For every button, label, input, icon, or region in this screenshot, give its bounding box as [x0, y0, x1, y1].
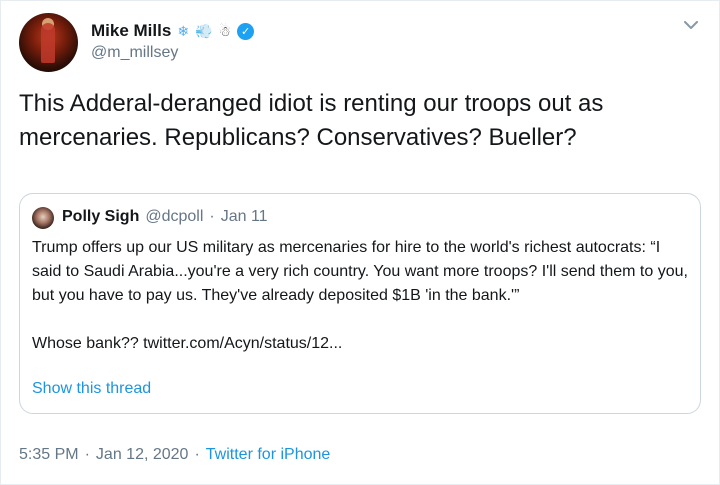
tweet-text: This Adderal-deranged idiot is renting o…	[19, 90, 604, 151]
quoted-author-name: Polly Sigh	[62, 208, 140, 225]
wind-emoji-icon: 💨	[195, 23, 213, 39]
tweet-date[interactable]: Jan 12, 2020	[96, 446, 189, 464]
snowman-emoji-icon: ☃	[218, 23, 232, 39]
quoted-date: Jan 11	[220, 208, 268, 225]
avatar[interactable]	[19, 13, 78, 72]
tweet-source-link[interactable]: Twitter for iPhone	[206, 446, 331, 464]
quoted-separator: ·	[209, 208, 215, 225]
author-name-row: Mike Mills ❄ 💨 ☃ ✓	[91, 20, 255, 42]
author-name[interactable]: Mike Mills	[91, 21, 171, 41]
verified-badge-icon: ✓	[237, 22, 255, 40]
quoted-author-handle: @dcpoll	[145, 208, 204, 225]
quoted-tweet-text: Trump offers up our US military as merce…	[32, 239, 688, 352]
quoted-tweet-card[interactable]: Polly Sigh @dcpoll · Jan 11 Trump offers…	[19, 193, 701, 414]
quoted-tweet-header: Polly Sigh @dcpoll · Jan 11	[62, 208, 268, 226]
avatar-figure-body	[41, 23, 55, 63]
footer-separator: ·	[84, 446, 90, 463]
author-handle[interactable]: @m_millsey	[91, 44, 178, 62]
quoted-avatar	[32, 207, 54, 229]
tweet-time[interactable]: 5:35 PM	[19, 446, 79, 464]
show-thread-link[interactable]: Show this thread	[32, 380, 151, 398]
footer-separator-2: ·	[194, 446, 200, 463]
tweet-footer: 5:35 PM · Jan 12, 2020 · Twitter for iPh…	[19, 446, 330, 464]
chevron-down-icon[interactable]	[681, 15, 701, 35]
snowflake-emoji-icon: ❄	[177, 23, 190, 39]
